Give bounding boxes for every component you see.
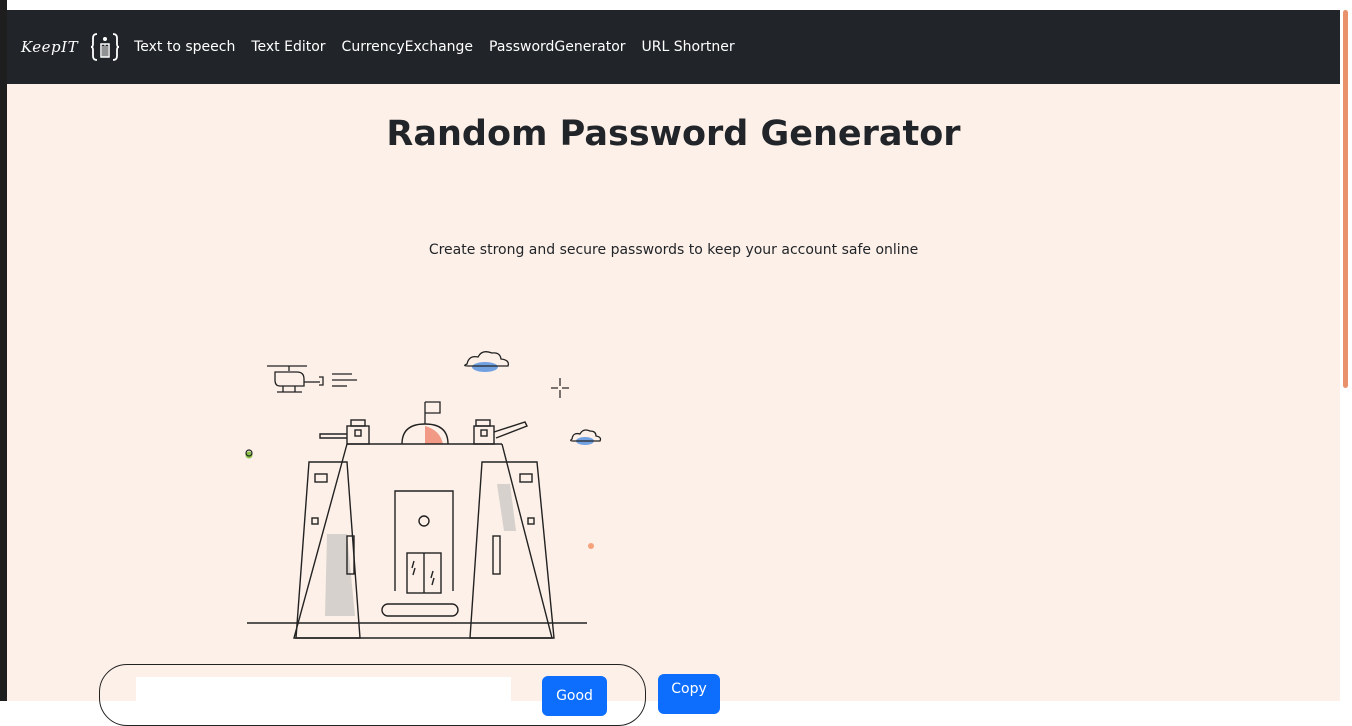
- elevator-icon: [91, 33, 120, 61]
- nav-link-text-to-speech[interactable]: Text to speech: [134, 39, 235, 55]
- password-output[interactable]: [136, 677, 511, 717]
- page-title: Random Password Generator: [386, 114, 961, 154]
- window-left-edge: [0, 0, 7, 701]
- sparkle-icon: [551, 378, 569, 398]
- page-subtitle: Create strong and secure passwords to ke…: [428, 242, 919, 258]
- nav-links: Text to speech Text Editor CurrencyExcha…: [134, 39, 750, 55]
- nav-link-currency-exchange[interactable]: CurrencyExchange: [342, 39, 473, 55]
- cloud-icon: [570, 429, 602, 445]
- strength-button[interactable]: Good: [542, 676, 607, 716]
- nav-link-password-generator[interactable]: PasswordGenerator: [489, 39, 626, 55]
- helicopter-icon: [267, 365, 357, 393]
- top-gap: [7, 0, 1340, 10]
- nav-link-text-editor[interactable]: Text Editor: [251, 39, 325, 55]
- copy-button[interactable]: Copy: [658, 674, 720, 714]
- navbar: KeepIT Text to speech Text Editor Curren…: [7, 10, 1340, 84]
- main-content: Random Password Generator Create strong …: [7, 84, 1340, 726]
- fortress-illustration: [245, 351, 602, 639]
- cloud-icon: [464, 351, 509, 372]
- password-panel: Good: [99, 664, 646, 726]
- scrollbar-thumb[interactable]: [1343, 10, 1348, 388]
- brand-logo[interactable]: KeepIT: [21, 38, 78, 56]
- nav-link-url-shortner[interactable]: URL Shortner: [642, 39, 735, 55]
